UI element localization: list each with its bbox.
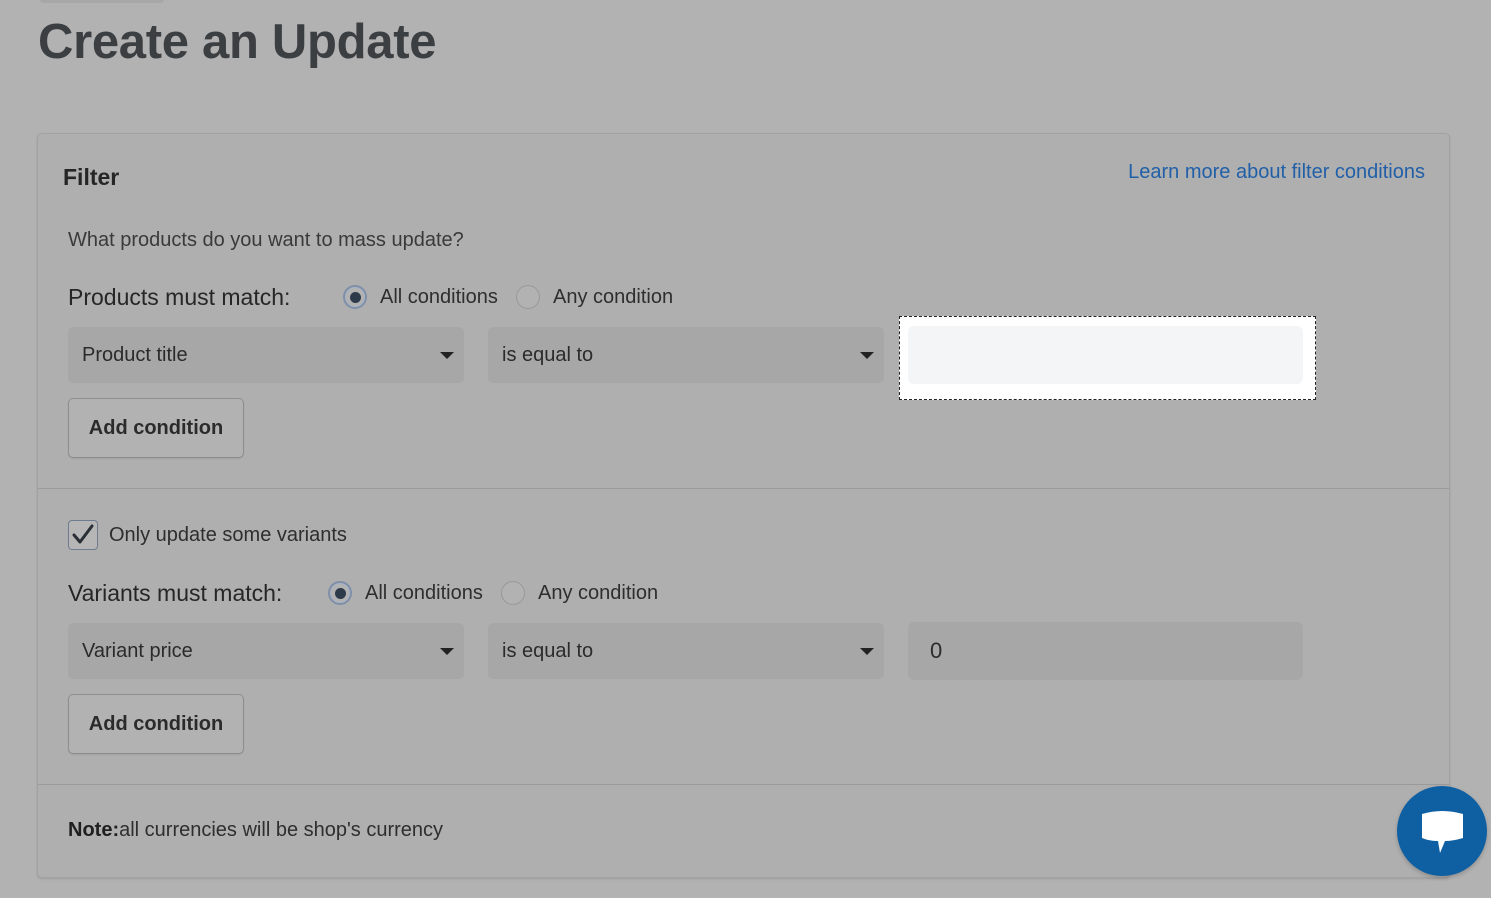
learn-more-link[interactable]: Learn more about filter conditions [1128, 161, 1425, 184]
chat-button[interactable] [1397, 786, 1487, 876]
products-operator-select[interactable]: is equal to [488, 327, 884, 383]
top-tab-edge [40, 0, 164, 3]
products-value-input[interactable] [908, 326, 1303, 384]
currency-note: Note:all currencies will be shop's curre… [68, 819, 443, 842]
section-divider [38, 784, 1449, 785]
products-any-condition-radio[interactable] [516, 285, 540, 309]
variants-field-select-value: Variant price [82, 639, 193, 662]
page-title: Create an Update [38, 15, 437, 69]
products-all-conditions-label[interactable]: All conditions [380, 286, 498, 309]
variants-field-select[interactable]: Variant price [68, 623, 464, 679]
variants-any-condition-label[interactable]: Any condition [538, 582, 658, 605]
caret-down-icon [860, 352, 874, 359]
variants-operator-select[interactable]: is equal to [488, 623, 884, 679]
only-some-variants-label[interactable]: Only update some variants [109, 524, 347, 547]
chat-bubble-icon [1422, 811, 1463, 853]
section-divider [38, 488, 1449, 489]
filter-heading: Filter [63, 164, 120, 190]
variants-any-condition-radio[interactable] [501, 581, 525, 605]
caret-down-icon [440, 648, 454, 655]
caret-down-icon [860, 648, 874, 655]
products-any-condition-label[interactable]: Any condition [553, 286, 673, 309]
variants-add-condition-button[interactable]: Add condition [68, 694, 244, 754]
products-add-condition-button[interactable]: Add condition [68, 398, 244, 458]
products-field-select-value: Product title [82, 343, 188, 366]
checkmark-icon [72, 524, 94, 544]
variants-value-input[interactable] [908, 622, 1303, 680]
products-field-select[interactable]: Product title [68, 327, 464, 383]
products-match-label: Products must match: [68, 284, 291, 310]
caret-down-icon [440, 352, 454, 359]
variants-all-conditions-label[interactable]: All conditions [365, 582, 483, 605]
note-text: all currencies will be shop's currency [119, 819, 444, 841]
variants-operator-select-value: is equal to [502, 639, 594, 662]
variants-match-label: Variants must match: [68, 580, 283, 606]
note-label: Note: [68, 819, 120, 841]
products-all-conditions-radio[interactable] [343, 285, 367, 309]
products-operator-select-value: is equal to [502, 343, 594, 366]
filter-question: What products do you want to mass update… [68, 229, 464, 251]
only-some-variants-checkbox[interactable] [68, 520, 98, 550]
filter-card: Filter Learn more about filter condition… [37, 133, 1450, 878]
variants-all-conditions-radio[interactable] [328, 581, 352, 605]
